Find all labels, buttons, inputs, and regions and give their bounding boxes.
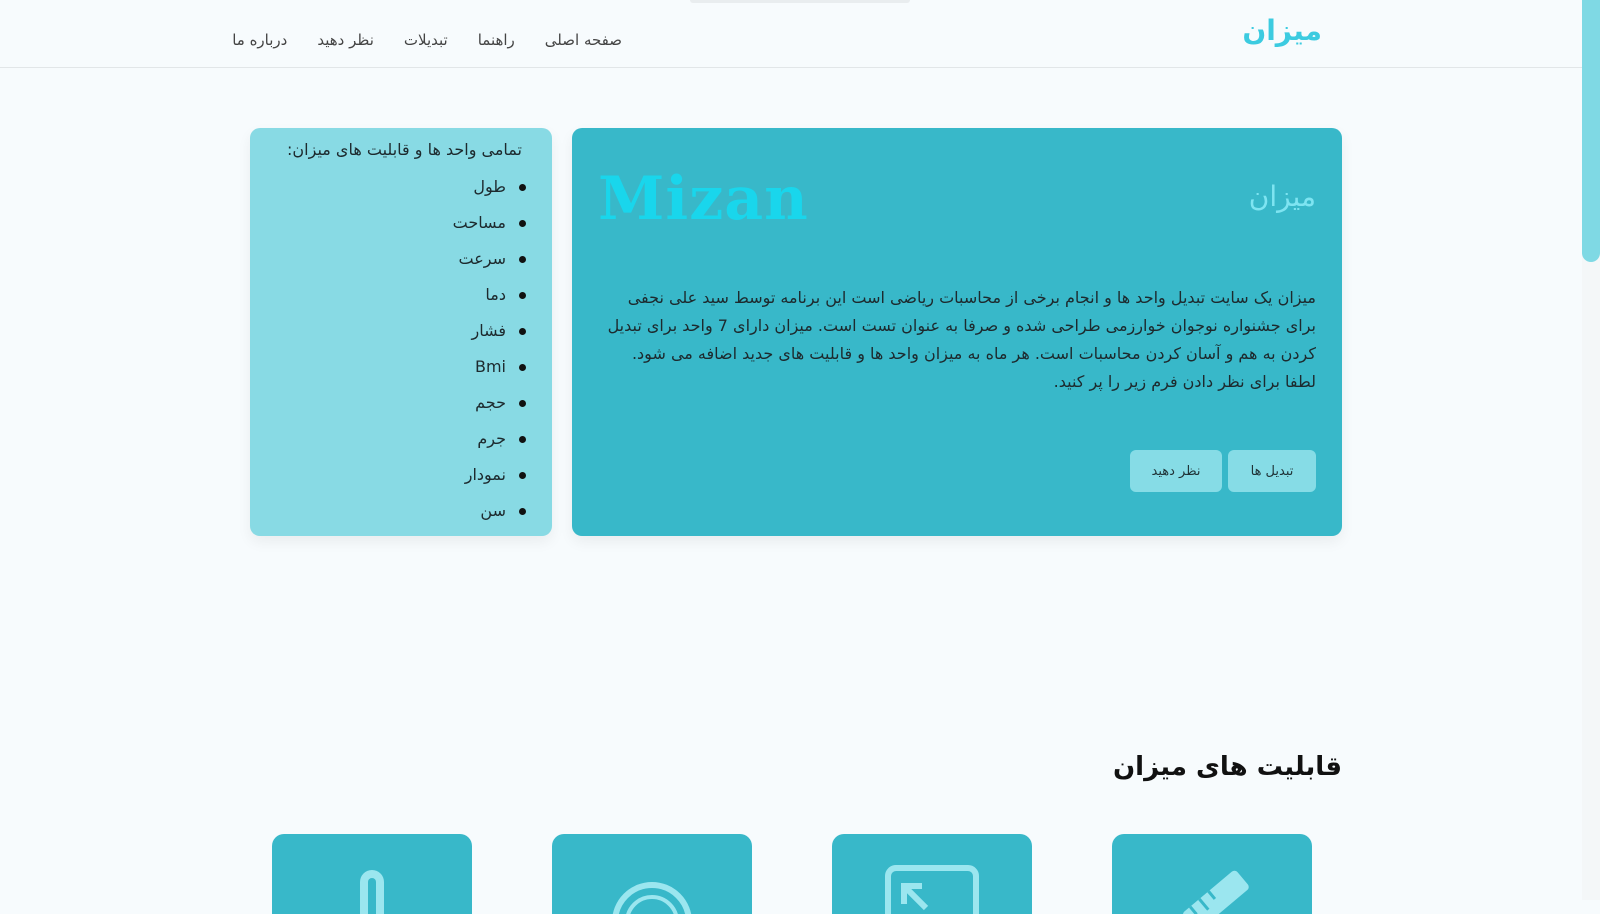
feature-card-temperature[interactable] bbox=[272, 834, 472, 914]
bullet-icon bbox=[519, 328, 526, 335]
top-divider bbox=[690, 0, 910, 3]
scrollbar-thumb[interactable] bbox=[1582, 0, 1600, 262]
list-item: حجم bbox=[453, 392, 526, 428]
nav-item-about: درباره ما bbox=[232, 30, 287, 49]
hero-card: میزان Mizan میزان یک سایت تبدیل واحد ها … bbox=[572, 128, 1342, 536]
bullet-icon bbox=[519, 472, 526, 479]
main-nav: صفحه اصلی راهنما تبدیلات نظر دهید درباره… bbox=[232, 30, 622, 49]
list-item-label: سن bbox=[480, 501, 506, 520]
page-scrollbar[interactable] bbox=[1582, 0, 1600, 900]
nav-item-guide: راهنما bbox=[478, 30, 515, 49]
list-item: سن bbox=[453, 500, 526, 536]
bullet-icon bbox=[519, 400, 526, 407]
hero-title: میزان bbox=[1248, 180, 1316, 213]
bullet-icon bbox=[519, 292, 526, 299]
nav-link-about[interactable]: درباره ما bbox=[232, 31, 287, 49]
list-item: نمودار bbox=[453, 464, 526, 500]
list-item: سرعت bbox=[453, 248, 526, 284]
list-item-label: طول bbox=[473, 177, 506, 196]
units-list-title: تمامی واحد ها و قابلیت های میزان: bbox=[287, 140, 522, 159]
nav-link-home[interactable]: صفحه اصلی bbox=[545, 31, 622, 49]
feature-card-area[interactable] bbox=[832, 834, 1032, 914]
nav-link-conversions[interactable]: تبدیلات bbox=[404, 31, 448, 49]
list-item-label: Bmi bbox=[474, 357, 506, 376]
bullet-icon bbox=[519, 364, 526, 371]
list-item: Bmi bbox=[453, 356, 526, 392]
nav-link-guide[interactable]: راهنما bbox=[478, 31, 515, 49]
nav-item-home: صفحه اصلی bbox=[545, 30, 622, 49]
list-item: جرم bbox=[453, 428, 526, 464]
list-item: مساحت bbox=[453, 212, 526, 248]
list-item-label: دما bbox=[485, 285, 506, 304]
list-item: دما bbox=[453, 284, 526, 320]
feature-card-speed[interactable] bbox=[552, 834, 752, 914]
thermometer-icon bbox=[360, 870, 384, 914]
top-navbar: میزان صفحه اصلی راهنما تبدیلات نظر دهید … bbox=[0, 0, 1582, 68]
list-item-label: فشار bbox=[471, 321, 506, 340]
list-item-label: جرم bbox=[477, 429, 506, 448]
hero-actions: تبدیل ها نظر دهید bbox=[1130, 450, 1316, 492]
site-logo[interactable]: میزان bbox=[1242, 14, 1322, 47]
units-list: طول مساحت سرعت دما فشار Bmi حجم جرم نمود… bbox=[453, 176, 526, 536]
bullet-icon bbox=[519, 256, 526, 263]
bullet-icon bbox=[519, 436, 526, 443]
bullet-icon bbox=[519, 184, 526, 191]
nav-item-feedback: نظر دهید bbox=[317, 30, 374, 49]
list-item-label: مساحت bbox=[452, 213, 506, 232]
nav-item-conversions: تبدیلات bbox=[404, 30, 448, 49]
screen-arrow-icon bbox=[885, 865, 979, 914]
units-list-card: تمامی واحد ها و قابلیت های میزان: طول مس… bbox=[250, 128, 552, 536]
list-item: فشار bbox=[453, 320, 526, 356]
list-item-label: نمودار bbox=[464, 465, 506, 484]
feature-card-length[interactable] bbox=[1112, 834, 1312, 914]
features-heading: قابلیت های میزان bbox=[1112, 752, 1342, 782]
bullet-icon bbox=[519, 508, 526, 515]
conversions-button[interactable]: تبدیل ها bbox=[1228, 450, 1316, 492]
hero-description: میزان یک سایت تبدیل واحد ها و انجام برخی… bbox=[607, 288, 1316, 391]
list-item-label: سرعت bbox=[458, 249, 507, 268]
list-item-label: حجم bbox=[475, 393, 506, 412]
gauge-icon bbox=[612, 882, 692, 914]
feedback-button[interactable]: نظر دهید bbox=[1130, 450, 1222, 492]
ruler-icon bbox=[1182, 870, 1249, 914]
list-item: طول bbox=[453, 176, 526, 212]
bullet-icon bbox=[519, 220, 526, 227]
nav-link-feedback[interactable]: نظر دهید bbox=[317, 31, 374, 49]
hero-wordmark: Mizan bbox=[598, 164, 809, 234]
